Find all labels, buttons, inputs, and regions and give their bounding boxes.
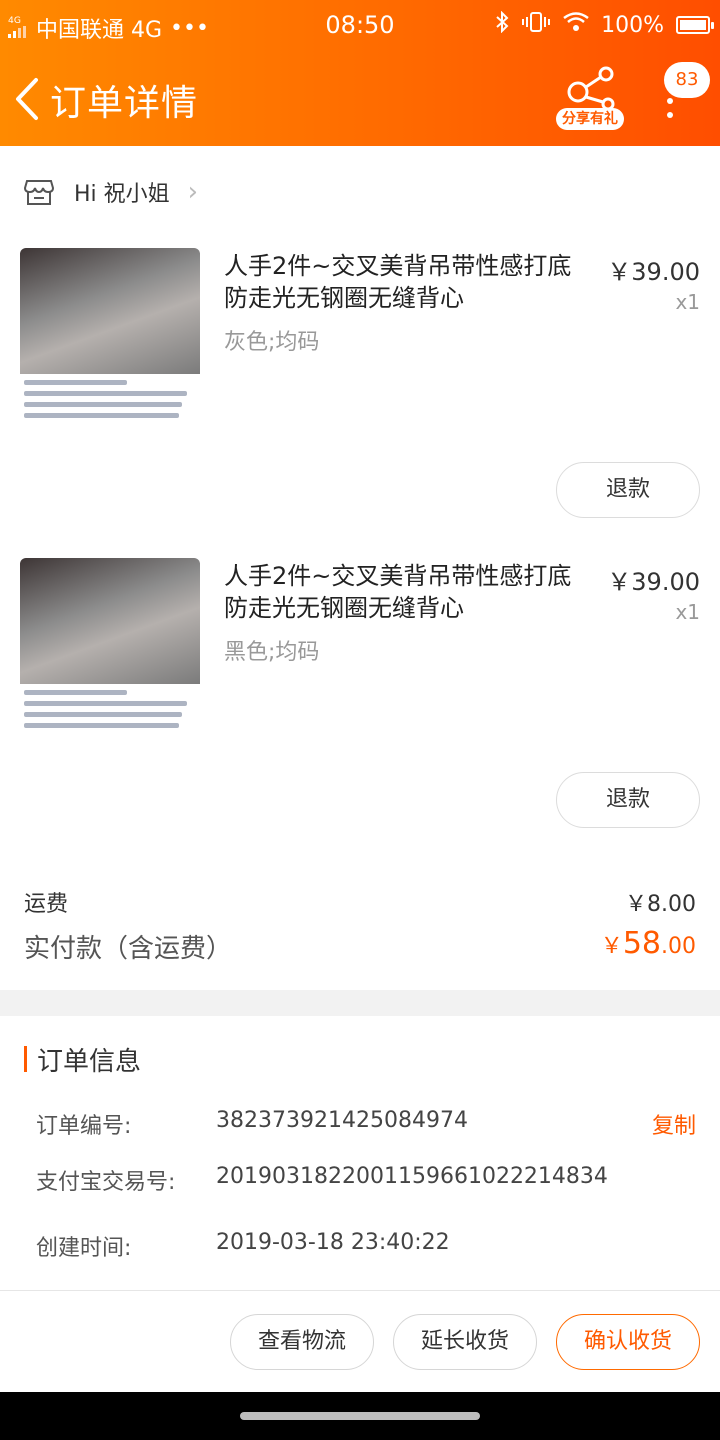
copy-button[interactable]: 复制 (652, 1108, 696, 1140)
shop-icon (24, 180, 54, 205)
refund-button[interactable]: 退款 (556, 462, 700, 518)
product-thumbnail[interactable] (20, 558, 200, 748)
alipay-number-value: 2019031822001159661022214834 (216, 1164, 608, 1189)
created-time-row: 创建时间: 2019-03-18 23:40:22 (36, 1230, 450, 1262)
status-bar: 4G 中国联通 4G ••• 08:50 100% (0, 0, 720, 52)
refund-button[interactable]: 退款 (556, 772, 700, 828)
share-button[interactable]: 分享有礼 (556, 66, 626, 132)
app-header-background: 4G 中国联通 4G ••• 08:50 100% 订单详情 分享有礼 83 (0, 0, 720, 146)
chevron-right-icon: › (187, 177, 199, 207)
seller-row[interactable]: Hi 祝小姐 › (24, 172, 198, 212)
vibrate-icon (521, 11, 551, 39)
message-count-badge: 83 (664, 62, 710, 98)
back-button[interactable] (8, 74, 48, 124)
thumbnail-caption (24, 380, 196, 424)
product-photo (20, 558, 200, 684)
action-bar-divider (0, 1290, 720, 1291)
section-divider (0, 990, 720, 1016)
created-time-value: 2019-03-18 23:40:22 (216, 1230, 450, 1255)
order-number-row: 订单编号: 382373921425084974 (36, 1108, 468, 1140)
product-name[interactable]: 人手2件~交叉美背吊带性感打底防走光无钢圈无缝背心 (224, 250, 584, 314)
chevron-left-icon (16, 78, 38, 120)
shipping-label: 运费 (24, 892, 69, 917)
seller-name: Hi 祝小姐 (74, 182, 170, 207)
more-menu-button[interactable]: 83 (654, 62, 714, 138)
confirm-receipt-button[interactable]: 确认收货 (556, 1314, 700, 1370)
share-icon (567, 66, 615, 111)
total-integer: 58 (622, 926, 661, 961)
battery-percent: 100% (601, 12, 664, 38)
product-spec: 黑色;均码 (224, 640, 320, 665)
order-info-title: 订单信息 (37, 1046, 142, 1077)
product-spec: 灰色;均码 (224, 330, 320, 355)
product-price: ￥39.00 (607, 568, 700, 596)
shipping-value: ￥8.00 (625, 892, 696, 917)
order-number-value: 382373921425084974 (216, 1108, 468, 1133)
product-name[interactable]: 人手2件~交叉美背吊带性感打底防走光无钢圈无缝背心 (224, 560, 584, 624)
page-title: 订单详情 (50, 83, 199, 124)
share-label: 分享有礼 (556, 108, 624, 130)
product-photo (20, 248, 200, 374)
order-info-heading: 订单信息 (24, 1042, 142, 1077)
more-vertical-icon (667, 98, 675, 126)
alipay-number-row: 支付宝交易号: 2019031822001159661022214834 (36, 1164, 608, 1196)
order-number-label: 订单编号: (36, 1114, 132, 1139)
product-quantity: x1 (675, 290, 700, 314)
product-thumbnail[interactable] (20, 248, 200, 438)
alipay-number-label: 支付宝交易号: (36, 1170, 176, 1195)
nav-header: 订单详情 分享有礼 83 (0, 52, 720, 146)
product-price: ￥39.00 (607, 258, 700, 286)
thumbnail-caption (24, 690, 196, 734)
product-quantity: x1 (675, 600, 700, 624)
total-paid-label: 实付款（含运费） (24, 934, 233, 964)
wifi-icon (563, 12, 589, 38)
created-time-label: 创建时间: (36, 1236, 132, 1261)
home-gesture-handle[interactable] (240, 1412, 480, 1420)
order-item[interactable]: 人手2件~交叉美背吊带性感打底防走光无钢圈无缝背心 黑色;均码 ￥39.00 x… (0, 558, 720, 858)
total-currency: ￥ (600, 934, 623, 959)
order-item[interactable]: 人手2件~交叉美背吊带性感打底防走光无钢圈无缝背心 灰色;均码 ￥39.00 x… (0, 248, 720, 548)
total-decimal: .00 (661, 934, 696, 959)
bluetooth-icon (495, 10, 509, 39)
view-logistics-button[interactable]: 查看物流 (230, 1314, 374, 1370)
system-nav-bar (0, 1392, 720, 1440)
battery-icon (676, 16, 714, 34)
heading-accent-bar (24, 1046, 27, 1072)
total-paid-value: ￥58.00 (601, 926, 696, 961)
extend-receipt-button[interactable]: 延长收货 (393, 1314, 537, 1370)
status-right: 100% (495, 10, 714, 39)
